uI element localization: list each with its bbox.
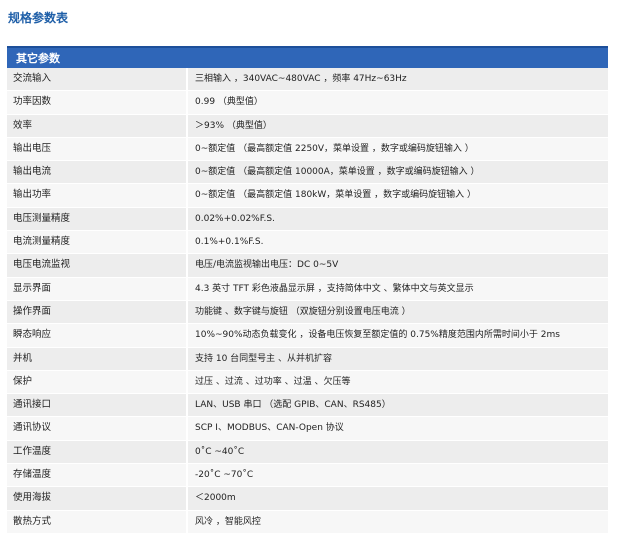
table-row: 交流输入 三相输入 ，340VAC~480VAC ，频率 47Hz~63Hz bbox=[7, 68, 608, 92]
table-row: 功率因数 0.99 （典型值） bbox=[7, 91, 608, 115]
row-value: 过压 、过流 、过功率 、过温 、欠压等 bbox=[188, 370, 608, 394]
section-header: 其它参数 bbox=[7, 46, 608, 68]
table-row: 电压测量精度 0.02%+0.02%F.S. bbox=[7, 207, 608, 232]
table-row: 电压电流监视 电压/电流监视输出电压：DC 0~5V bbox=[7, 254, 608, 278]
table-row: 显示界面 4.3 英寸 TFT 彩色液晶显示屏 ，支持简体中文 、繁体中文与英文显… bbox=[7, 277, 608, 301]
row-value: LAN、USB 串口 （选配 GPIB、CAN、RS485） bbox=[188, 394, 608, 417]
row-value: 0.1%+0.1%F.S. bbox=[188, 231, 608, 254]
row-label: 通讯协议 bbox=[7, 417, 188, 440]
table-row: 使用海拔 ＜2000m bbox=[7, 487, 608, 511]
page-title: 规格参数表 bbox=[8, 11, 69, 25]
row-value: 0˚C ~40˚C bbox=[188, 440, 608, 464]
row-value: 0.02%+0.02%F.S. bbox=[188, 207, 608, 231]
row-value: 0.99 （典型值） bbox=[188, 91, 608, 114]
table-row: 效率 ＞93% （典型值） bbox=[7, 114, 608, 138]
row-value: 支持 10 台同型号主 、从并机扩容 bbox=[188, 347, 608, 370]
row-value: ＞93% （典型值） bbox=[188, 114, 608, 137]
table-row: 通讯接口 LAN、USB 串口 （选配 GPIB、CAN、RS485） bbox=[7, 394, 608, 418]
table-row: 瞬态响应 10%~90%动态负载变化 ，设备电压恢复至额定值的 0.75%精度范围… bbox=[7, 324, 608, 348]
row-label: 操作界面 bbox=[7, 300, 188, 324]
table-row: 输出功率 0~额定值 （最高额定值 180kW，菜单设置 ，数字或编码旋钮输入 ） bbox=[7, 184, 608, 208]
row-value: 电压/电流监视输出电压：DC 0~5V bbox=[188, 254, 608, 277]
row-value: 0~额定值 （最高额定值 10000A，菜单设置 ，数字或编码旋钮输入 ） bbox=[188, 161, 608, 184]
table-row: 保护 过压 、过流 、过功率 、过温 、欠压等 bbox=[7, 370, 608, 395]
row-label: 功率因数 bbox=[7, 91, 188, 114]
row-label: 交流输入 bbox=[7, 68, 188, 91]
row-label: 工作温度 bbox=[7, 440, 188, 464]
spec-table: 其它参数 交流输入 三相输入 ，340VAC~480VAC ，频率 47Hz~63… bbox=[7, 46, 608, 534]
row-label: 瞬态响应 bbox=[7, 324, 188, 347]
row-value: 10%~90%动态负载变化 ，设备电压恢复至额定值的 0.75%精度范围内所需时… bbox=[188, 324, 608, 347]
row-value: 三相输入 ，340VAC~480VAC ，频率 47Hz~63Hz bbox=[188, 68, 608, 91]
spec-rows: 交流输入 三相输入 ，340VAC~480VAC ，频率 47Hz~63Hz 功率因… bbox=[7, 68, 608, 534]
row-label: 显示界面 bbox=[7, 277, 188, 300]
table-row: 电流测量精度 0.1%+0.1%F.S. bbox=[7, 231, 608, 255]
row-value: 0~额定值 （最高额定值 180kW，菜单设置 ，数字或编码旋钮输入 ） bbox=[188, 184, 608, 207]
row-value: 0~额定值 （最高额定值 2250V，菜单设置 ，数字或编码旋钮输入 ） bbox=[188, 137, 608, 161]
row-value: 4.3 英寸 TFT 彩色液晶显示屏 ，支持简体中文 、繁体中文与英文显示 bbox=[188, 277, 608, 300]
row-label: 电压电流监视 bbox=[7, 254, 188, 277]
table-row: 通讯协议 SCP I、MODBUS、CAN-Open 协议 bbox=[7, 417, 608, 441]
row-label: 输出电流 bbox=[7, 161, 188, 184]
table-row: 并机 支持 10 台同型号主 、从并机扩容 bbox=[7, 347, 608, 371]
row-label: 保护 bbox=[7, 370, 188, 394]
row-label: 存储温度 bbox=[7, 464, 188, 487]
row-value: -20˚C ~70˚C bbox=[188, 464, 608, 487]
table-row: 散热方式 风冷 ，智能风控 bbox=[7, 510, 608, 534]
row-value: 功能键 、数字键与旋钮 （双旋钮分别设置电压电流 ） bbox=[188, 300, 608, 324]
row-label: 输出功率 bbox=[7, 184, 188, 207]
row-label: 使用海拔 bbox=[7, 487, 188, 510]
row-value: SCP I、MODBUS、CAN-Open 协议 bbox=[188, 417, 608, 440]
table-row: 输出电压 0~额定值 （最高额定值 2250V，菜单设置 ，数字或编码旋钮输入 ） bbox=[7, 137, 608, 162]
row-label: 输出电压 bbox=[7, 137, 188, 161]
table-row: 工作温度 0˚C ~40˚C bbox=[7, 440, 608, 465]
table-row: 输出电流 0~额定值 （最高额定值 10000A，菜单设置 ，数字或编码旋钮输入 … bbox=[7, 161, 608, 185]
row-label: 电压测量精度 bbox=[7, 207, 188, 231]
row-label: 并机 bbox=[7, 347, 188, 370]
row-value: 风冷 ，智能风控 bbox=[188, 510, 608, 533]
row-value: ＜2000m bbox=[188, 487, 608, 510]
row-label: 电流测量精度 bbox=[7, 231, 188, 254]
table-row: 存储温度 -20˚C ~70˚C bbox=[7, 464, 608, 488]
table-row: 操作界面 功能键 、数字键与旋钮 （双旋钮分别设置电压电流 ） bbox=[7, 300, 608, 325]
row-label: 效率 bbox=[7, 114, 188, 137]
row-label: 散热方式 bbox=[7, 510, 188, 533]
row-label: 通讯接口 bbox=[7, 394, 188, 417]
